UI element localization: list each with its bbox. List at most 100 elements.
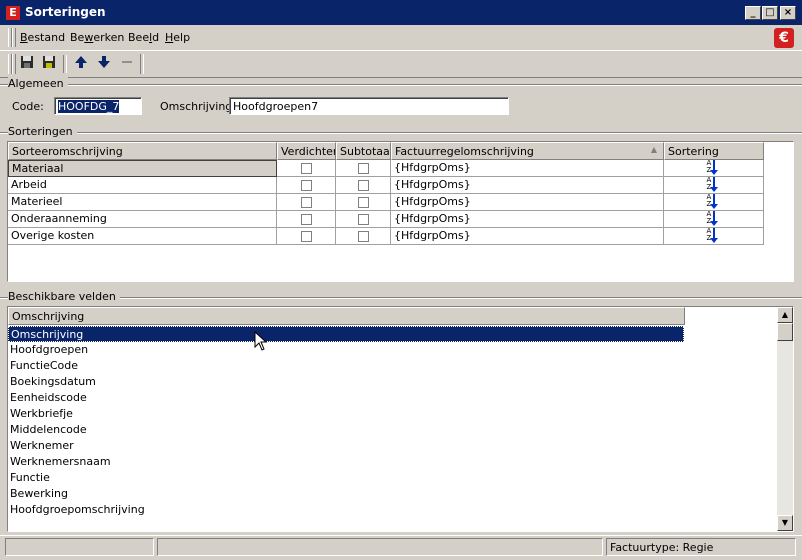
col-omschrijving[interactable]: Omschrijving bbox=[8, 307, 685, 325]
beschikbare-list[interactable]: Omschrijving Omschrijving Hoofdgroepen Fun… bbox=[7, 306, 794, 532]
menu-bestand[interactable]: Bestand bbox=[20, 31, 65, 44]
verdichten-checkbox[interactable] bbox=[300, 163, 312, 174]
list-item[interactable]: Werknemersnaam bbox=[8, 454, 610, 470]
scroll-thumb[interactable] bbox=[777, 323, 793, 341]
verdichten-cell[interactable] bbox=[277, 177, 336, 194]
toolbar bbox=[0, 51, 802, 78]
code-value: HOOFDG_7 bbox=[58, 100, 120, 113]
verdichten-checkbox[interactable] bbox=[300, 197, 312, 208]
group-algemeen-label: Algemeen bbox=[8, 77, 68, 90]
sortering-cell[interactable]: AZ bbox=[664, 160, 764, 177]
group-sorteringen-label: Sorteringen bbox=[8, 125, 77, 138]
sortering-cell[interactable]: AZ bbox=[664, 194, 764, 211]
omschrijving-value: Hoofdgroepen7 bbox=[233, 100, 319, 113]
sort-ascending-icon[interactable]: AZ bbox=[707, 194, 721, 209]
subtotaal-checkbox[interactable] bbox=[357, 231, 369, 242]
sort-indicator-icon: ▲ bbox=[650, 145, 657, 154]
group-line bbox=[0, 297, 802, 299]
group-line bbox=[0, 84, 802, 86]
subtotaal-cell[interactable] bbox=[336, 194, 391, 211]
col-verdichten[interactable]: Verdichten bbox=[277, 142, 336, 160]
subtotaal-cell[interactable] bbox=[336, 177, 391, 194]
maximize-icon[interactable]: □ bbox=[762, 6, 778, 20]
subtotaal-checkbox[interactable] bbox=[357, 180, 369, 191]
sorteeromschrijving-cell[interactable]: Materiaal bbox=[8, 160, 277, 177]
subtotaal-cell[interactable] bbox=[336, 228, 391, 245]
menu-help[interactable]: Help bbox=[165, 31, 190, 44]
vertical-scrollbar[interactable]: ▲ ▼ bbox=[777, 307, 793, 531]
brand-logo-icon: € bbox=[774, 28, 794, 48]
list-item[interactable]: Eenheidscode bbox=[8, 390, 610, 406]
menu-bar: Bestand Bewerken Beeld Help bbox=[0, 25, 802, 51]
factuurregel-cell[interactable]: {HfdgrpOms} bbox=[391, 211, 664, 228]
toolbar-separator bbox=[140, 54, 144, 74]
factuurregel-cell[interactable]: {HfdgrpOms} bbox=[391, 228, 664, 245]
list-item[interactable]: Boekingsdatum bbox=[8, 374, 610, 390]
code-field[interactable]: HOOFDG_7 bbox=[54, 97, 142, 115]
close-icon[interactable]: × bbox=[780, 6, 796, 20]
menu-grip bbox=[12, 28, 16, 47]
sortering-cell[interactable]: AZ bbox=[664, 211, 764, 228]
list-item[interactable]: Werkbriefje bbox=[8, 406, 610, 422]
sortering-cell[interactable]: AZ bbox=[664, 228, 764, 245]
statusbar-divider bbox=[0, 535, 802, 536]
verdichten-cell[interactable] bbox=[277, 194, 336, 211]
col-factuurregelomschrijving-label: Factuurregelomschrijving bbox=[395, 145, 534, 158]
sort-ascending-icon[interactable]: AZ bbox=[707, 177, 721, 192]
save-all-icon[interactable] bbox=[40, 55, 58, 73]
col-subtotaal[interactable]: Subtotaal bbox=[336, 142, 391, 160]
minimize-icon[interactable]: _ bbox=[745, 6, 761, 20]
save-icon[interactable] bbox=[18, 55, 36, 73]
list-item[interactable]: FunctieCode bbox=[8, 358, 610, 374]
sorteeromschrijving-cell[interactable]: Arbeid bbox=[8, 177, 277, 194]
sort-ascending-icon[interactable]: AZ bbox=[707, 228, 721, 243]
status-panel-2 bbox=[157, 538, 603, 556]
col-factuurregelomschrijving[interactable]: Factuurregelomschrijving ▲ bbox=[391, 142, 664, 160]
arrow-up-icon[interactable] bbox=[72, 55, 90, 73]
verdichten-checkbox[interactable] bbox=[300, 180, 312, 191]
sorteringen-grid[interactable]: Sorteeromschrijving Verdichten Subtotaal… bbox=[7, 141, 794, 282]
subtotaal-cell[interactable] bbox=[336, 211, 391, 228]
verdichten-cell[interactable] bbox=[277, 228, 336, 245]
sorteeromschrijving-cell[interactable]: Materieel bbox=[8, 194, 277, 211]
omschrijving-field[interactable]: Hoofdgroepen7 bbox=[229, 97, 509, 115]
factuurregel-cell[interactable]: {HfdgrpOms} bbox=[391, 160, 664, 177]
sortering-cell[interactable]: AZ bbox=[664, 177, 764, 194]
sorteeromschrijving-cell[interactable]: Onderaanneming bbox=[8, 211, 277, 228]
verdichten-cell[interactable] bbox=[277, 160, 336, 177]
status-panel-1 bbox=[5, 538, 154, 556]
menu-bewerken[interactable]: Bewerken bbox=[70, 31, 124, 44]
list-item[interactable]: Functie bbox=[8, 470, 610, 486]
arrow-down-icon[interactable] bbox=[95, 55, 113, 73]
group-beschikbare-label: Beschikbare velden bbox=[8, 290, 120, 303]
scroll-up-icon[interactable]: ▲ bbox=[777, 307, 793, 323]
factuurregel-cell[interactable]: {HfdgrpOms} bbox=[391, 194, 664, 211]
app-logo-icon: E bbox=[6, 6, 20, 20]
sort-ascending-icon[interactable]: AZ bbox=[707, 160, 721, 175]
col-sortering[interactable]: Sortering bbox=[664, 142, 764, 160]
list-item[interactable]: Middelencode bbox=[8, 422, 610, 438]
list-item[interactable]: Omschrijving bbox=[8, 326, 684, 342]
toolbar-separator bbox=[63, 55, 67, 73]
sorteeromschrijving-cell[interactable]: Overige kosten bbox=[8, 228, 277, 245]
verdichten-cell[interactable] bbox=[277, 211, 336, 228]
status-panel-3: Factuurtype: Regie bbox=[606, 538, 796, 556]
list-item[interactable]: Hoofdgroepomschrijving bbox=[8, 502, 610, 518]
minus-icon[interactable] bbox=[118, 55, 136, 73]
subtotaal-checkbox[interactable] bbox=[357, 214, 369, 225]
subtotaal-checkbox[interactable] bbox=[357, 163, 369, 174]
menu-beeld[interactable]: Beeld bbox=[128, 31, 159, 44]
list-item[interactable]: Bewerking bbox=[8, 486, 610, 502]
verdichten-checkbox[interactable] bbox=[300, 214, 312, 225]
factuurregel-cell[interactable]: {HfdgrpOms} bbox=[391, 177, 664, 194]
subtotaal-cell[interactable] bbox=[336, 160, 391, 177]
window-title: Sorteringen bbox=[25, 5, 106, 19]
subtotaal-checkbox[interactable] bbox=[357, 197, 369, 208]
list-item[interactable]: Werknemer bbox=[8, 438, 610, 454]
list-item[interactable]: Hoofdgroepen bbox=[8, 342, 610, 358]
col-sorteeromschrijving[interactable]: Sorteeromschrijving bbox=[8, 142, 277, 160]
scroll-down-icon[interactable]: ▼ bbox=[777, 515, 793, 531]
title-bar: E Sorteringen _ □ × bbox=[0, 0, 802, 25]
sort-ascending-icon[interactable]: AZ bbox=[707, 211, 721, 226]
verdichten-checkbox[interactable] bbox=[300, 231, 312, 242]
